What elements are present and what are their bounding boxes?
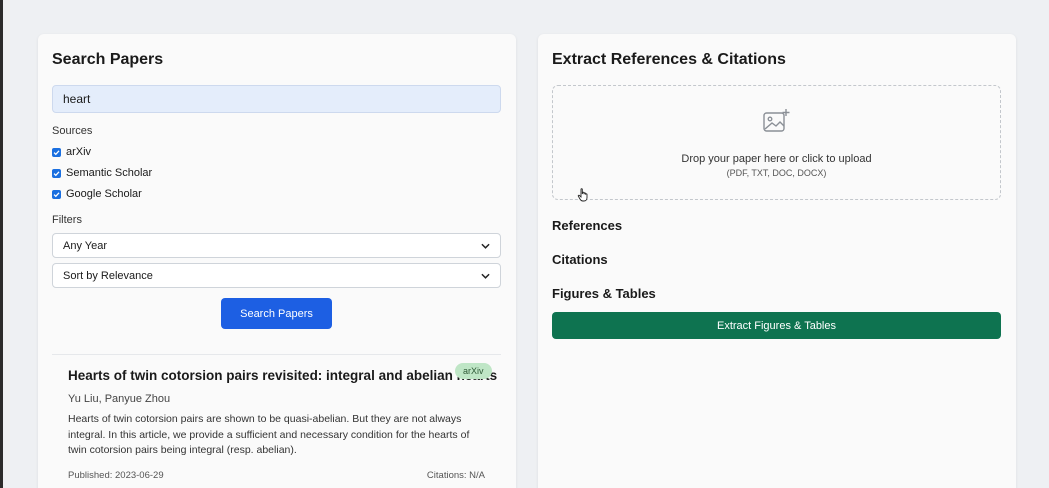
window-edge bbox=[0, 0, 3, 488]
year-filter-select[interactable]: Any Year bbox=[52, 233, 501, 258]
source-label: Semantic Scholar bbox=[66, 167, 153, 179]
chevron-down-icon bbox=[481, 241, 490, 251]
source-label: arXiv bbox=[66, 146, 92, 158]
extract-panel: Extract References & Citations Drop your… bbox=[538, 34, 1016, 488]
image-add-icon bbox=[763, 108, 791, 139]
sort-select[interactable]: Sort by Relevance bbox=[52, 263, 501, 288]
result-card[interactable]: Hearts of twin cotorsion pairs revisited… bbox=[52, 354, 501, 488]
figures-tables-heading: Figures & Tables bbox=[552, 286, 656, 301]
dropzone-text: Drop your paper here or click to upload bbox=[681, 153, 872, 165]
chevron-down-icon bbox=[481, 271, 490, 281]
search-papers-button[interactable]: Search Papers bbox=[221, 298, 332, 329]
result-published-date: Published: 2023-06-29 bbox=[68, 470, 164, 481]
check-icon[interactable] bbox=[52, 168, 61, 178]
sort-value: Sort by Relevance bbox=[63, 269, 153, 282]
check-icon[interactable] bbox=[52, 189, 61, 199]
extract-figures-button[interactable]: Extract Figures & Tables bbox=[552, 312, 1001, 339]
sources-label: Sources bbox=[52, 125, 93, 137]
source-checkbox-google-scholar[interactable]: Google Scholar bbox=[52, 188, 142, 200]
references-heading: References bbox=[552, 218, 623, 233]
upload-dropzone[interactable]: Drop your paper here or click to upload … bbox=[552, 85, 1001, 200]
search-input[interactable] bbox=[52, 85, 501, 113]
source-label: Google Scholar bbox=[66, 188, 142, 200]
source-checkbox-arxiv[interactable]: arXiv bbox=[52, 146, 91, 158]
result-citations: Citations: N/A bbox=[426, 470, 485, 481]
extract-panel-title: Extract References & Citations bbox=[552, 51, 786, 68]
search-panel-title: Search Papers bbox=[52, 51, 164, 68]
dropzone-formats: (PDF, TXT, DOC, DOCX) bbox=[726, 168, 827, 178]
check-icon[interactable] bbox=[52, 147, 61, 157]
search-panel: Search Papers Sources arXiv Semantic Sch… bbox=[38, 34, 516, 488]
result-abstract: Hearts of twin cotorsion pairs are shown… bbox=[68, 413, 470, 456]
source-checkbox-semantic-scholar[interactable]: Semantic Scholar bbox=[52, 167, 152, 179]
citations-heading: Citations bbox=[552, 252, 608, 267]
filters-label: Filters bbox=[52, 214, 82, 226]
source-badge: arXiv bbox=[455, 363, 492, 379]
hand-cursor-icon bbox=[577, 188, 589, 207]
result-title[interactable]: Hearts of twin cotorsion pairs revisited… bbox=[68, 368, 497, 383]
year-filter-value: Any Year bbox=[63, 239, 108, 252]
result-authors: Yu Liu, Panyue Zhou bbox=[68, 393, 171, 405]
